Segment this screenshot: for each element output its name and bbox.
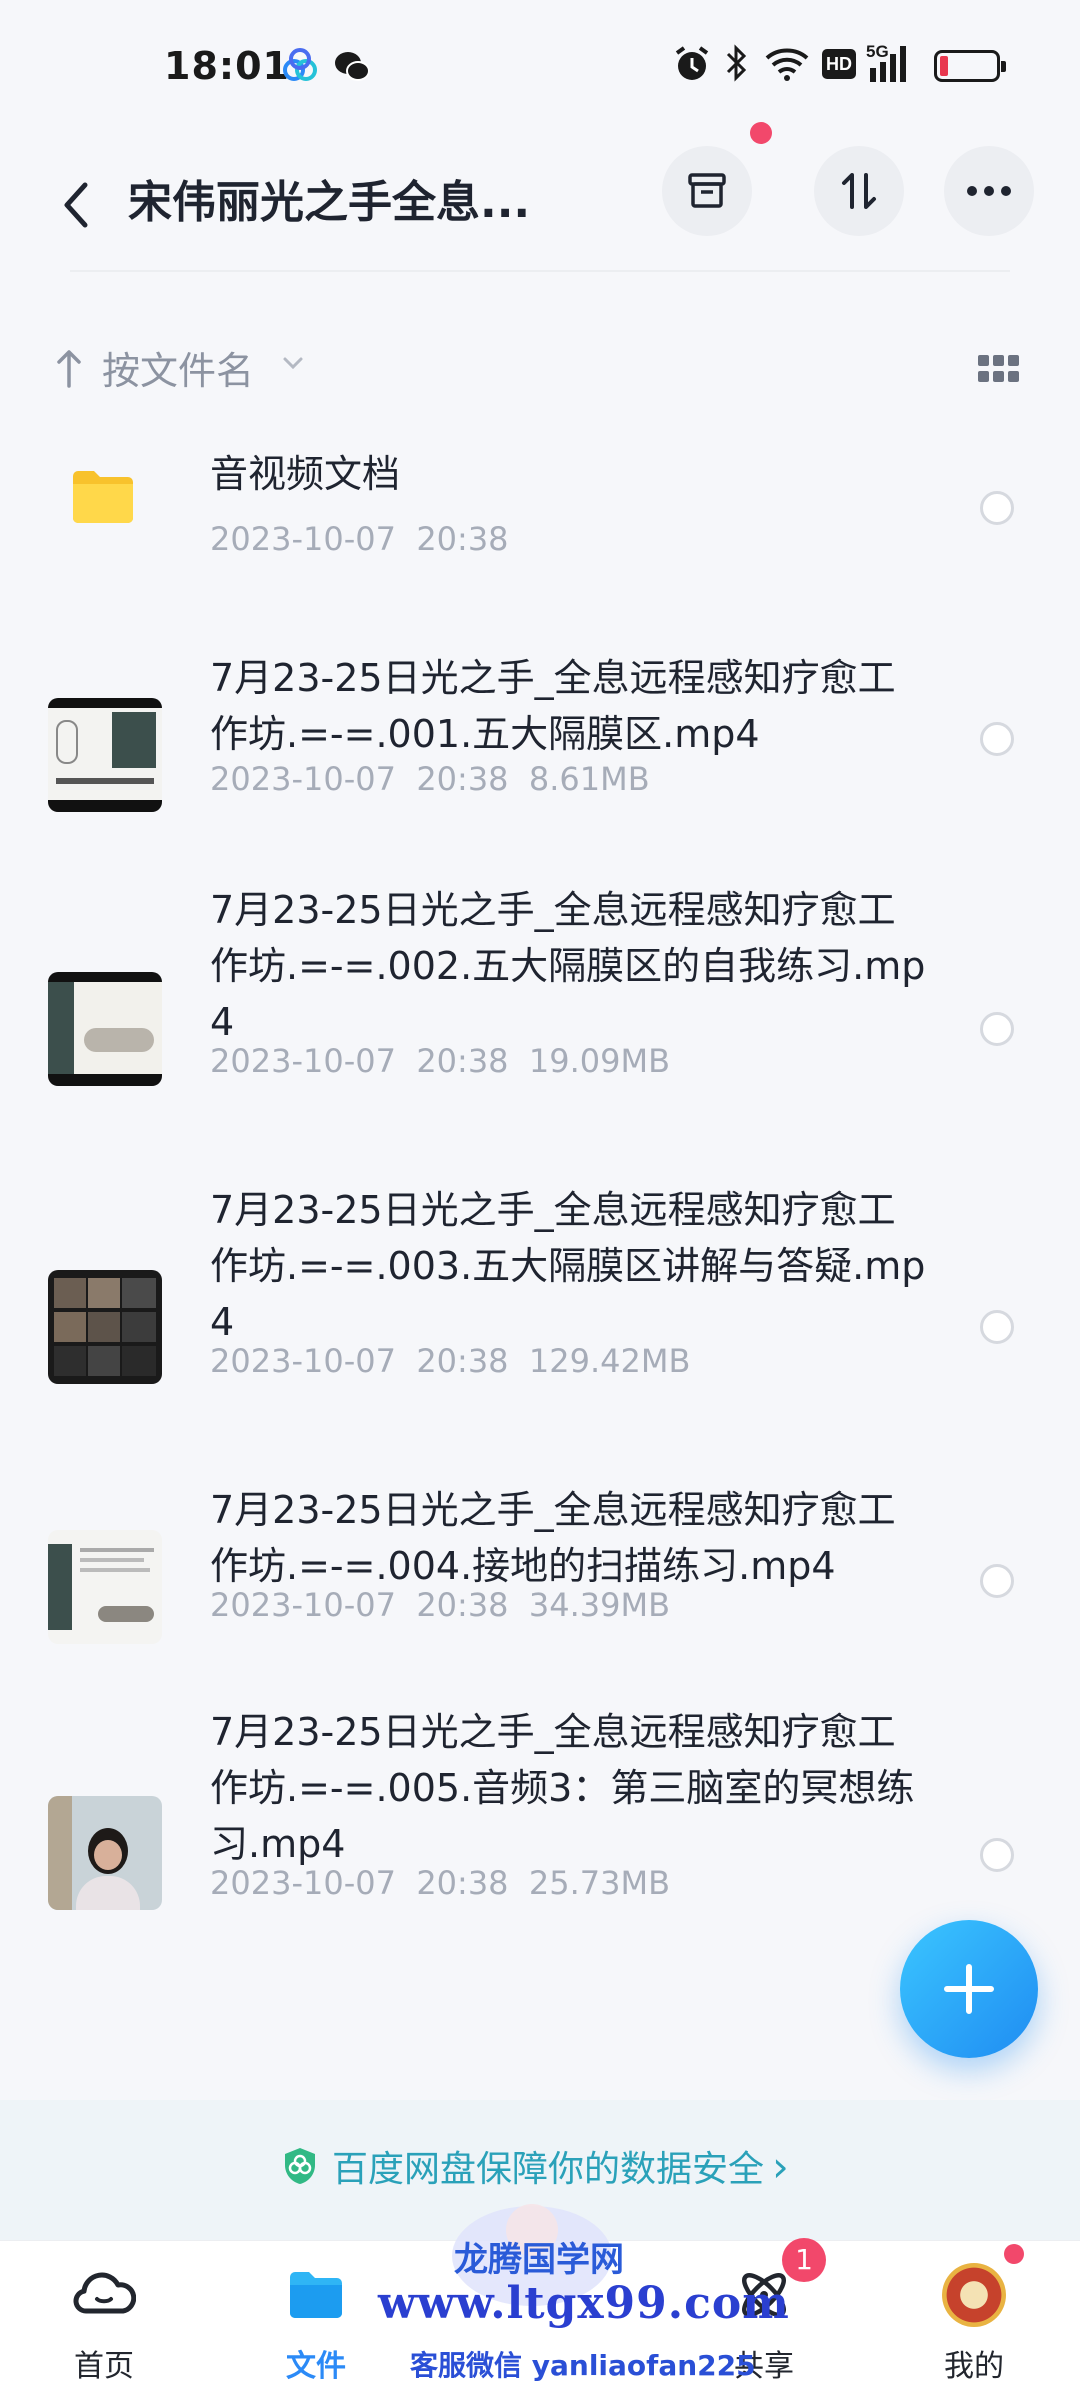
tab-home[interactable]: 首页 (4, 2241, 204, 2400)
select-radio[interactable] (980, 1564, 1014, 1598)
share-badge: 1 (782, 2238, 826, 2282)
sort-bar: 按文件名 (0, 330, 1080, 410)
hd-icon: HD (822, 49, 856, 79)
video-thumbnail (48, 1270, 162, 1384)
watermark-url: www.ltgx99.com (378, 2278, 790, 2329)
folder-icon (290, 2272, 342, 2318)
battery-low-icon (934, 50, 1006, 82)
list-item-video[interactable]: 7月23-25日光之手_全息远程感知疗愈工作坊.=-=.005.音频3：第三脑室… (0, 1704, 1080, 1964)
file-size: 25.73MB (528, 1864, 671, 1902)
file-date: 2023-10-07 20:38 (210, 1042, 509, 1080)
transfer-button[interactable] (814, 146, 904, 236)
file-name: 7月23-25日光之手_全息远程感知疗愈工作坊.=-=.005.音频3：第三脑室… (210, 1710, 915, 1866)
select-radio[interactable] (980, 722, 1014, 756)
chevron-left-icon (64, 182, 88, 228)
file-date: 2023-10-07 20:38 (210, 1864, 509, 1902)
select-radio[interactable] (980, 1012, 1014, 1046)
profile-notification-dot (1004, 2244, 1024, 2264)
wifi-icon (765, 48, 809, 81)
status-time: 18:01 (164, 44, 290, 88)
list-item-video[interactable]: 7月23-25日光之手_全息远程感知疗愈工作坊.=-=.002.五大隔膜区的自我… (0, 882, 1080, 1142)
alarm-icon (675, 46, 709, 80)
file-name: 7月23-25日光之手_全息远程感知疗愈工作坊.=-=.001.五大隔膜区.mp… (210, 656, 896, 756)
file-size: 34.39MB (528, 1586, 671, 1624)
video-thumbnail (48, 1796, 162, 1910)
chevron-down-icon[interactable] (282, 356, 304, 370)
video-thumbnail (48, 698, 162, 812)
top-app-bar: 宋伟丽光之手全息... (0, 140, 1080, 280)
file-date: 2023-10-07 20:38 (210, 520, 509, 558)
file-size: 8.61MB (528, 760, 650, 798)
back-button[interactable] (46, 160, 106, 250)
more-icon (967, 186, 1011, 196)
list-item-video[interactable]: 7月23-25日光之手_全息远程感知疗愈工作坊.=-=.003.五大隔膜区讲解与… (0, 1182, 1080, 1442)
tab-profile[interactable]: 我的 (874, 2241, 1074, 2400)
file-meta: 2023-10-07 20:38 34.39MB (210, 1586, 670, 1624)
security-banner-text: 百度网盘保障你的数据安全 (332, 2149, 765, 2190)
watermark-wechat: 客服微信 yanliaofan225 (410, 2349, 756, 2382)
select-radio[interactable] (980, 1838, 1014, 1872)
file-size: 129.42MB (528, 1342, 691, 1380)
5g-signal-icon: 5G (866, 42, 916, 84)
page-title: 宋伟丽光之手全息... (128, 177, 531, 228)
archive-button[interactable] (662, 146, 752, 236)
grid-view-icon[interactable] (976, 352, 1020, 386)
add-fab-button[interactable] (900, 1920, 1038, 2058)
folder-icon (73, 471, 133, 523)
tab-files-label: 文件 (286, 2349, 346, 2384)
wechat-app-icon (335, 52, 370, 81)
file-meta: 2023-10-07 20:38 8.61MB (210, 760, 650, 798)
sort-ascending-icon[interactable] (56, 348, 82, 388)
file-date: 2023-10-07 20:38 (210, 1342, 509, 1380)
notification-dot (750, 122, 772, 144)
file-meta: 2023-10-07 20:38 25.73MB (210, 1864, 670, 1902)
list-item-video[interactable]: 7月23-25日光之手_全息远程感知疗愈工作坊.=-=.004.接地的扫描练习.… (0, 1482, 1080, 1682)
transfer-icon (842, 173, 876, 209)
baidu-netdisk-app-icon (283, 48, 317, 81)
more-button[interactable] (944, 146, 1034, 236)
file-date: 2023-10-07 20:38 (210, 1586, 509, 1624)
video-thumbnail (48, 972, 162, 1086)
file-size: 19.09MB (528, 1042, 671, 1080)
watermark-title: 龙腾国学网 (454, 2240, 624, 2280)
file-name: 音视频文档 (210, 452, 401, 496)
list-item-folder[interactable]: 音视频文档 2023-10-07 20:38 (0, 420, 1080, 620)
sort-label[interactable]: 按文件名 (102, 340, 254, 395)
header-divider (70, 270, 1010, 272)
file-date: 2023-10-07 20:38 (210, 760, 509, 798)
tab-profile-label: 我的 (944, 2349, 1004, 2384)
network-label: 5G (866, 42, 889, 61)
select-radio[interactable] (980, 491, 1014, 525)
video-thumbnail (48, 1530, 162, 1644)
file-name: 7月23-25日光之手_全息远程感知疗愈工作坊.=-=.004.接地的扫描练习.… (210, 1488, 896, 1588)
plus-icon (944, 1964, 994, 2014)
file-meta: 2023-10-07 20:38 129.42MB (210, 1342, 690, 1380)
bluetooth-icon (726, 44, 747, 82)
list-item-video[interactable]: 7月23-25日光之手_全息远程感知疗愈工作坊.=-=.001.五大隔膜区.mp… (0, 642, 1080, 842)
shield-icon (285, 2148, 315, 2184)
file-name: 7月23-25日光之手_全息远程感知疗愈工作坊.=-=.003.五大隔膜区讲解与… (210, 1188, 926, 1344)
file-meta: 2023-10-07 20:38 19.09MB (210, 1042, 670, 1080)
tab-home-label: 首页 (74, 2349, 134, 2384)
file-name: 7月23-25日光之手_全息远程感知疗愈工作坊.=-=.002.五大隔膜区的自我… (210, 888, 926, 1044)
select-radio[interactable] (980, 1310, 1014, 1344)
status-bar: 18:01 HD 5G (0, 0, 1080, 140)
archive-icon (688, 173, 726, 208)
cloud-home-icon (73, 2272, 136, 2314)
chevron-right-icon: › (772, 2141, 789, 2191)
avatar-icon (942, 2263, 1006, 2327)
